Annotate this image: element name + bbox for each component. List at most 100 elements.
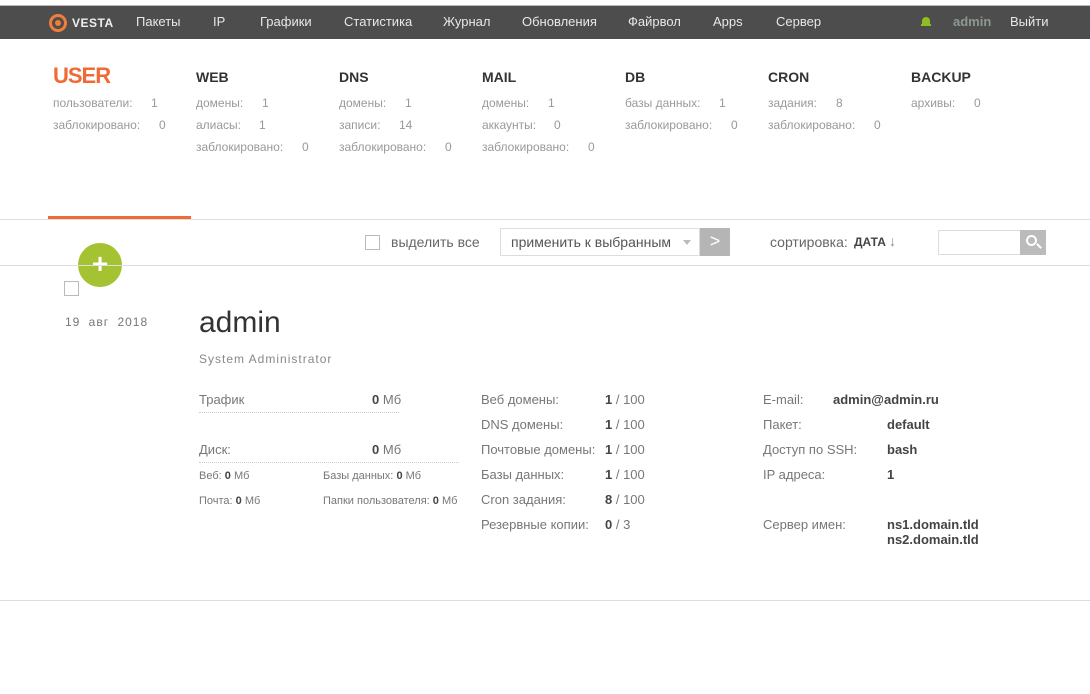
search-input[interactable] [938, 230, 1022, 255]
stats-dns-title[interactable]: DNS [339, 62, 452, 92]
stats-value: 8 [836, 96, 843, 110]
stats-row: заблокировано: 0 [339, 136, 452, 158]
stats-row: задания: 8 [768, 92, 881, 114]
limit-value: 1 / 100 [605, 417, 645, 432]
limit-label: Почтовые домены: [481, 442, 596, 457]
stats-label: заблокировано: [53, 118, 141, 132]
stats-label: базы данных: [625, 96, 701, 110]
stats-value: 0 [974, 96, 981, 110]
chevron-down-icon [683, 240, 691, 245]
traffic-value: 0 Мб [372, 392, 402, 407]
stats-row: заблокировано: 0 [53, 114, 166, 136]
stats-value: 1 [262, 96, 269, 110]
stats-value: 0 [554, 118, 561, 132]
nameserver-label: Сервер имен: [763, 517, 846, 532]
stats-label: записи: [339, 118, 381, 132]
package-value: default [887, 417, 930, 432]
email-value: admin@admin.ru [833, 392, 939, 407]
stats-db-title[interactable]: DB [625, 62, 738, 92]
stats-value: 1 [151, 96, 158, 110]
stats-row: заблокировано: 0 [482, 136, 595, 158]
limit-label: Веб домены: [481, 392, 559, 407]
stats-row: базы данных: 1 [625, 92, 738, 114]
stats-db[interactable]: DB базы данных: 1 заблокировано: 0 [625, 62, 738, 136]
stats-row: домены: 1 [196, 92, 309, 114]
limit-value: 1 / 100 [605, 392, 645, 407]
package-label: Пакет: [763, 417, 802, 432]
nav-firewall[interactable]: Файрвол [628, 6, 681, 40]
stats-label: алиасы: [196, 118, 242, 132]
stats-label: заблокировано: [625, 118, 713, 132]
limit-label: DNS домены: [481, 417, 564, 432]
user-name[interactable]: admin [199, 306, 281, 340]
stats-label: заблокировано: [768, 118, 856, 132]
nav-updates[interactable]: Обновления [522, 6, 597, 40]
stats-value: 0 [445, 140, 452, 154]
stats-user-title[interactable]: USER [53, 62, 166, 92]
select-all-checkbox[interactable] [365, 235, 380, 250]
stats-web[interactable]: WEB домены: 1 алиасы: 1 заблокировано: 0 [196, 62, 309, 158]
search-button[interactable] [1020, 230, 1046, 255]
stats-mail-title[interactable]: MAIL [482, 62, 595, 92]
stats-value: 0 [731, 118, 738, 132]
stats-row: домены: 1 [482, 92, 595, 114]
limit-value: 8 / 100 [605, 492, 645, 507]
apply-button[interactable]: > [700, 228, 730, 256]
stats-label: заблокировано: [482, 140, 570, 154]
tabs-divider [0, 219, 1090, 220]
limit-label: Базы данных: [481, 467, 565, 482]
stats-row: алиасы: 1 [196, 114, 309, 136]
stats-value: 1 [719, 96, 726, 110]
sort-value[interactable]: ДАТА [854, 235, 886, 249]
sort-arrow-icon[interactable]: ↓ [889, 233, 896, 249]
nameserver-2: ns2.domain.tld [887, 532, 979, 547]
nav-packages[interactable]: Пакеты [136, 6, 181, 40]
stats-row: архивы: 0 [911, 92, 981, 114]
row-checkbox[interactable] [64, 281, 79, 296]
stats-cron-title[interactable]: CRON [768, 62, 881, 92]
sort-label: сортировка: [770, 234, 848, 250]
ip-value: 1 [887, 467, 895, 482]
limit-label: Резервные копии: [481, 517, 589, 532]
stats-row: записи: 14 [339, 114, 452, 136]
stats-mail[interactable]: MAIL домены: 1 аккаунты: 0 заблокировано: 0 [482, 62, 595, 158]
limit-value: 1 / 100 [605, 467, 645, 482]
notifications-bell-icon[interactable] [921, 17, 931, 28]
nav-server[interactable]: Сервер [776, 6, 821, 40]
stats-row: заблокировано: 0 [196, 136, 309, 158]
nav-statistics[interactable]: Статистика [344, 6, 412, 40]
row-divider [0, 600, 1090, 601]
search-icon-handle [1036, 243, 1042, 249]
vesta-logo-icon [49, 14, 67, 32]
stats-backup-title[interactable]: BACKUP [911, 62, 981, 92]
bulk-action-select[interactable]: применить к выбранным [500, 228, 700, 256]
stats-web-title[interactable]: WEB [196, 62, 309, 92]
nav-apps[interactable]: Apps [713, 6, 743, 40]
stats-backup[interactable]: BACKUP архивы: 0 [911, 62, 981, 114]
stats-value: 0 [159, 118, 166, 132]
vesta-logo[interactable]: VESTA [49, 13, 114, 33]
disk-value: 0 Мб [372, 442, 402, 457]
stats-row: заблокировано: 0 [768, 114, 881, 136]
disk-db: Базы данных: 0 Мб [323, 470, 422, 482]
logout-link[interactable]: Выйти [1010, 6, 1049, 40]
disk-bar [199, 462, 459, 463]
current-user-link[interactable]: admin [953, 6, 991, 40]
stats-dns[interactable]: DNS домены: 1 записи: 14 заблокировано: 0 [339, 62, 452, 158]
limit-value: 1 / 100 [605, 442, 645, 457]
stats-label: домены: [339, 96, 387, 110]
nav-log[interactable]: Журнал [443, 6, 490, 40]
stats-value: 0 [302, 140, 309, 154]
traffic-bar [199, 412, 399, 413]
nav-graphs[interactable]: Графики [260, 6, 312, 40]
nav-ip[interactable]: IP [213, 6, 225, 40]
limit-label: Cron задания: [481, 492, 566, 507]
select-all-label[interactable]: выделить все [391, 234, 480, 250]
stats-label: заблокировано: [196, 140, 284, 154]
stats-user[interactable]: USER пользователи: 1 заблокировано: 0 [53, 62, 166, 136]
ip-label: IP адреса: [763, 467, 826, 482]
stats-row: заблокировано: 0 [625, 114, 738, 136]
row-date: 19 авг 2018 [65, 315, 149, 329]
stats-cron[interactable]: CRON задания: 8 заблокировано: 0 [768, 62, 881, 136]
toolbar-divider [0, 265, 1090, 266]
